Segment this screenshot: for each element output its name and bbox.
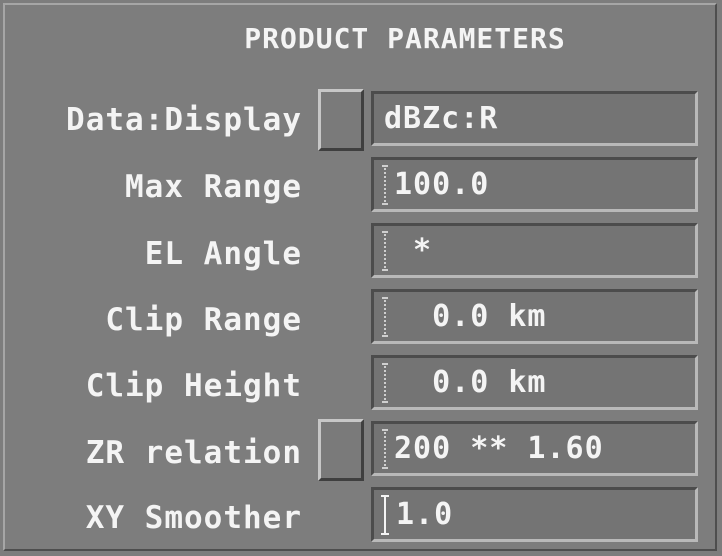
zr-relation-button[interactable] [318, 419, 364, 481]
xy-smoother-field[interactable]: 1.0 [371, 487, 698, 542]
clip-range-value: 0.0 km [394, 299, 547, 334]
xy-smoother-label: XY Smoother [85, 500, 302, 536]
el-angle-label: EL Angle [144, 236, 302, 272]
zr-relation-field[interactable]: 200 ** 1.60 [371, 421, 698, 476]
clip-height-value: 0.0 km [394, 365, 547, 400]
max-range-label: Max Range [125, 169, 302, 205]
clip-height-field[interactable]: 0.0 km [371, 355, 698, 410]
xy-smoother-value: 1.0 [396, 497, 454, 532]
clip-height-label: Clip Height [85, 368, 302, 404]
data-display-field[interactable]: dBZc:R [371, 91, 698, 146]
zr-relation-label: ZR relation [85, 435, 302, 471]
el-angle-field[interactable]: * [371, 223, 698, 278]
zr-relation-value: 200 ** 1.60 [394, 431, 604, 466]
data-display-button[interactable] [318, 89, 364, 151]
el-angle-value: * [394, 233, 433, 268]
text-cursor-icon [382, 362, 390, 403]
clip-range-label: Clip Range [105, 302, 302, 338]
data-display-value: dBZc:R [384, 101, 499, 136]
text-cursor-icon [382, 296, 390, 337]
text-cursor-icon [382, 230, 390, 271]
max-range-value: 100.0 [394, 167, 490, 202]
text-cursor-icon [382, 164, 390, 205]
max-range-field[interactable]: 100.0 [371, 157, 698, 212]
data-display-label: Data:Display [66, 102, 302, 138]
text-cursor-icon [381, 494, 392, 535]
panel-title: PRODUCT PARAMETERS [244, 22, 566, 55]
clip-range-field[interactable]: 0.0 km [371, 289, 698, 344]
text-cursor-icon [382, 428, 390, 469]
